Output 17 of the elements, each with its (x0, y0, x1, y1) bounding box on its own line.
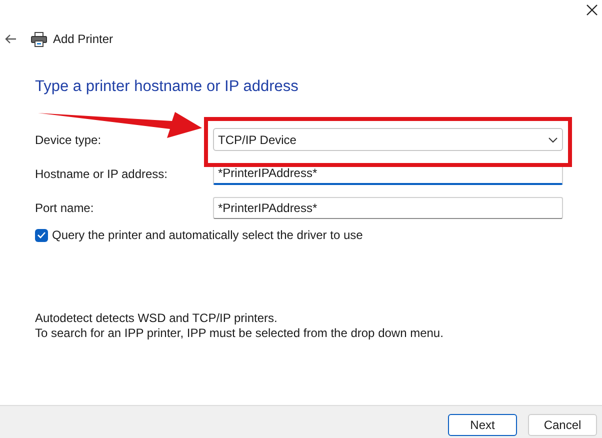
dialog-button[interactable]: Cancel (528, 414, 597, 436)
checkbox-label: Query the printer and automatically select the driver to use (52, 227, 363, 244)
back-arrow-icon[interactable] (5, 34, 17, 44)
info-text: To search for an IPP printer, IPP must be selected from the drop down menu. (35, 326, 444, 341)
close-icon[interactable] (585, 3, 599, 17)
device-type-dropdown[interactable]: TCP/IP Device (213, 128, 563, 151)
chevron-down-icon (548, 136, 558, 142)
page-heading: Type a printer hostname or IP address (35, 77, 300, 97)
field-label: Hostname or IP address: (35, 166, 169, 182)
field-label: Device type: (35, 132, 102, 148)
checkbox[interactable] (35, 228, 48, 242)
window-title: Add Printer (53, 31, 114, 48)
dialog-button[interactable]: Next (448, 414, 517, 436)
field-label: Port name: (35, 200, 95, 216)
info-text: Autodetect detects WSD and TCP/IP printers. (35, 311, 278, 326)
text-field[interactable]: *PrinterIPAddress* (213, 196, 563, 218)
printer-icon (31, 32, 47, 46)
